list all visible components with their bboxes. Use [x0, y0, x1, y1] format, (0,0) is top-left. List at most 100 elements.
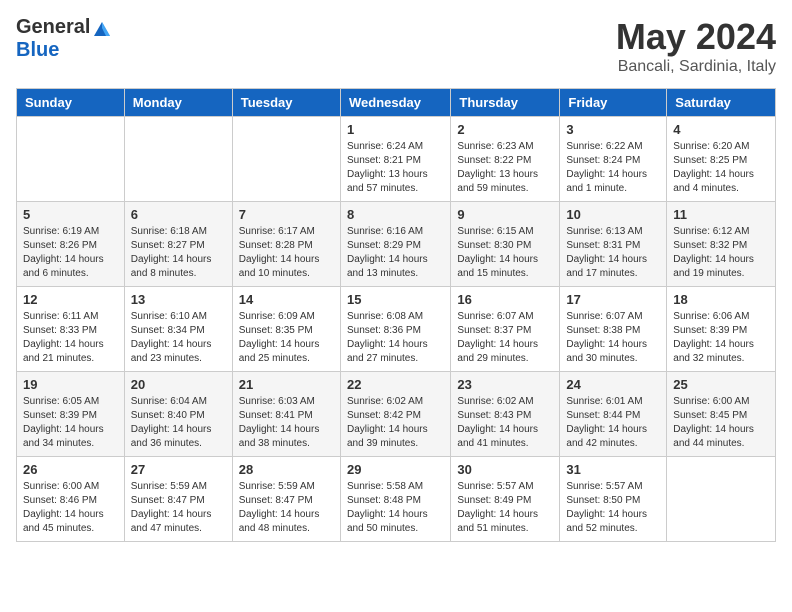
daylight-hours: and 25 minutes.: [239, 353, 310, 364]
day-info: Sunrise: 6:00 AM Sunset: 8:45 PM Daylight:…: [673, 395, 769, 451]
table-row: 24Sunrise: 6:01 AMSunset: 8:44 PMDayligh…: [560, 372, 667, 457]
day-info: Sunrise: 6:07 AMSunset: 8:37 PMDaylight:…: [457, 310, 553, 366]
daylight-hours: Daylight: 14 hours: [673, 169, 754, 180]
daylight-hours: Daylight: 14 hours: [347, 254, 428, 265]
logo-general: General: [16, 16, 90, 39]
sunrise-text: Sunrise: 6:00 AM: [673, 396, 749, 407]
daylight-hours: and 41 minutes.: [457, 438, 528, 449]
table-row: 23Sunrise: 6:02 AMSunset: 8:43 PMDayligh…: [451, 372, 560, 457]
day-number: 8: [347, 207, 444, 222]
page-header: General Blue May 2024 Bancali, Sardinia,…: [16, 16, 776, 76]
day-number: 4: [673, 122, 769, 137]
location: Bancali, Sardinia, Italy: [616, 58, 776, 76]
sunset-text: Sunset: 8:49 PM: [457, 495, 531, 506]
day-info: Sunrise: 5:59 AMSunset: 8:47 PMDaylight:…: [131, 480, 226, 536]
daylight-hours: Daylight: 14 hours: [239, 509, 320, 520]
daylight-hours: Daylight: 13 hours: [457, 169, 538, 180]
daylight-hours: Daylight: 14 hours: [673, 424, 754, 435]
sunrise-text: Sunrise: 6:24 AM: [347, 141, 423, 152]
sunrise-text: Sunrise: 6:17 AM: [239, 226, 315, 237]
sunrise-text: Sunrise: 5:59 AM: [131, 481, 207, 492]
daylight-hours: Daylight: 14 hours: [23, 254, 104, 265]
sunrise-text: Sunrise: 6:11 AM: [23, 311, 98, 322]
table-row: 1Sunrise: 6:24 AMSunset: 8:21 PMDaylight…: [340, 117, 450, 202]
table-row: 11Sunrise: 6:12 AMSunset: 8:32 PMDayligh…: [667, 202, 776, 287]
daylight-hours: and 57 minutes.: [347, 183, 418, 194]
day-info: Sunrise: 6:22 AMSunset: 8:24 PMDaylight:…: [566, 140, 660, 196]
table-row: [232, 117, 340, 202]
sunset-text: Sunset: 8:29 PM: [347, 240, 421, 251]
daylight-hours: Daylight: 14 hours: [239, 339, 320, 350]
day-number: 24: [566, 377, 660, 392]
day-number: 22: [347, 377, 444, 392]
daylight-hours: Daylight: 14 hours: [457, 339, 538, 350]
sunrise-text: Sunrise: 6:12 AM: [673, 226, 749, 237]
table-row: 10Sunrise: 6:13 AMSunset: 8:31 PMDayligh…: [560, 202, 667, 287]
daylight-hours: Daylight: 14 hours: [457, 254, 538, 265]
sunset-text: Sunset: 8:44 PM: [566, 410, 640, 421]
sunrise-text: Sunrise: 5:57 AM: [457, 481, 533, 492]
daylight-hours: Daylight: 14 hours: [23, 509, 104, 520]
daylight-hours: and 27 minutes.: [347, 353, 418, 364]
day-number: 3: [566, 122, 660, 137]
table-row: 8 Sunrise: 6:16 AM Sunset: 8:29 PM Daylight…: [340, 202, 450, 287]
daylight-hours: and 13 minutes.: [347, 268, 418, 279]
day-info: Sunrise: 5:57 AMSunset: 8:50 PMDaylight:…: [566, 480, 660, 536]
day-number: 1: [347, 122, 444, 137]
daylight-hours: Daylight: 14 hours: [673, 339, 754, 350]
sunset-text: Sunset: 8:36 PM: [347, 325, 421, 336]
daylight-hours: Daylight: 14 hours: [566, 339, 647, 350]
sunrise-text: Sunrise: 6:06 AM: [673, 311, 749, 322]
daylight-hours: and 10 minutes.: [239, 268, 310, 279]
table-row: 2 Sunrise: 6:23 AMSunset: 8:22 PMDaylight…: [451, 117, 560, 202]
daylight-hours: Daylight: 14 hours: [457, 509, 538, 520]
sunrise-text: Sunrise: 5:58 AM: [347, 481, 423, 492]
sunset-text: Sunset: 8:28 PM: [239, 240, 313, 251]
table-row: 20Sunrise: 6:04 AMSunset: 8:40 PMDayligh…: [124, 372, 232, 457]
daylight-hours: Daylight: 14 hours: [566, 254, 647, 265]
table-row: 25Sunrise: 6:00 AMSunset: 8:45 PMDayligh…: [667, 372, 776, 457]
daylight-hours: and 50 minutes.: [347, 523, 418, 534]
sunset-text: Sunset: 8:30 PM: [457, 240, 531, 251]
col-thursday: Thursday: [451, 89, 560, 117]
daylight-hours: Daylight: 14 hours: [239, 424, 320, 435]
day-info: Sunrise: 6:08 AMSunset: 8:36 PMDaylight:…: [347, 310, 444, 366]
sunrise-text: Sunrise: 6:22 AM: [566, 141, 642, 152]
col-friday: Friday: [560, 89, 667, 117]
sunrise-text: Sunrise: 5:57 AM: [566, 481, 642, 492]
day-number: 19: [23, 377, 118, 392]
daylight-hours: Daylight: 14 hours: [566, 509, 647, 520]
sunset-text: Sunset: 8:45 PM: [673, 410, 747, 421]
sunrise-text: Sunrise: 6:00 AM: [23, 481, 99, 492]
daylight-hours: Daylight: 14 hours: [131, 424, 212, 435]
table-row: 29Sunrise: 5:58 AMSunset: 8:48 PMDayligh…: [340, 457, 450, 542]
day-number: 9: [457, 207, 553, 222]
sunset-text: Sunset: 8:39 PM: [673, 325, 747, 336]
day-info: Sunrise: 6:03 AMSunset: 8:41 PMDaylight:…: [239, 395, 334, 451]
day-number: 11: [673, 207, 769, 222]
day-number: 21: [239, 377, 334, 392]
table-row: 4Sunrise: 6:20 AMSunset: 8:25 PMDaylight…: [667, 117, 776, 202]
sunrise-text: Sunrise: 6:16 AM: [347, 226, 423, 237]
day-number: 31: [566, 462, 660, 477]
daylight-hours: and 15 minutes.: [457, 268, 528, 279]
table-row: 6Sunrise: 6:18 AMSunset: 8:27 PMDaylight…: [124, 202, 232, 287]
day-info: Sunrise: 6:02 AMSunset: 8:43 PMDaylight:…: [457, 395, 553, 451]
day-info: Sunrise: 6:23 AMSunset: 8:22 PMDaylight:…: [457, 140, 553, 196]
sunset-text: Sunset: 8:31 PM: [566, 240, 640, 251]
calendar-week-row: 26Sunrise: 6:00 AMSunset: 8:46 PMDayligh…: [17, 457, 776, 542]
day-number: 5: [23, 207, 118, 222]
day-info: Sunrise: 5:59 AMSunset: 8:47 PMDaylight:…: [239, 480, 334, 536]
daylight-hours: Daylight: 14 hours: [566, 424, 647, 435]
sunset-text: Sunset: 8:41 PM: [239, 410, 313, 421]
daylight-hours: Daylight: 14 hours: [239, 254, 320, 265]
table-row: [17, 117, 125, 202]
daylight-hours: Daylight: 14 hours: [566, 169, 647, 180]
daylight-hours: and 34 minutes.: [23, 438, 94, 449]
table-row: 30Sunrise: 5:57 AMSunset: 8:49 PMDayligh…: [451, 457, 560, 542]
daylight-hours: and 39 minutes.: [347, 438, 418, 449]
day-number: 2: [457, 122, 553, 137]
day-info: Sunrise: 6:19 AMSunset: 8:26 PMDaylight:…: [23, 225, 118, 281]
day-info: Sunrise: 6:16 AM Sunset: 8:29 PM Daylight:…: [347, 225, 444, 281]
sunset-text: Sunset: 8:47 PM: [239, 495, 313, 506]
